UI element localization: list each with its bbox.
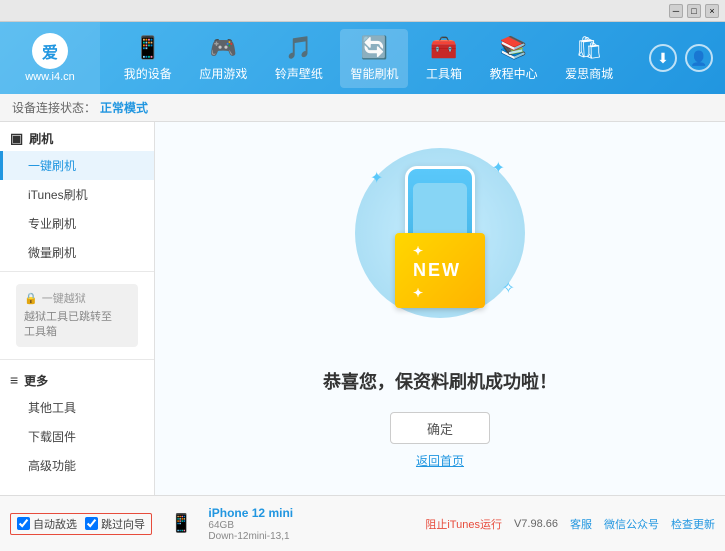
nav-my-device[interactable]: 📱 我的设备 (114, 29, 182, 88)
status-bar: 设备连接状态： 正常模式 (0, 94, 725, 122)
sidebar-item-pro-flash[interactable]: 专业刷机 (0, 209, 154, 238)
content-area: ✦ ✦ ✧ NEW 恭喜您，保资料刷机成功啦！ 确定 返回首页 (155, 122, 725, 495)
skip-wizard-label: 跳过向导 (101, 516, 145, 532)
ringtones-icon: 🎵 (285, 35, 312, 61)
nav-smart-flash-label: 智能刷机 (350, 65, 398, 82)
nav-smart-flash[interactable]: 🔄 智能刷机 (340, 29, 408, 88)
auto-send-input[interactable] (17, 517, 30, 530)
new-ribbon: NEW (395, 233, 485, 308)
nav-toolbox-label: 工具箱 (426, 65, 462, 82)
back-home-link[interactable]: 返回首页 (416, 452, 464, 469)
sidebar-item-itunes-flash[interactable]: iTunes刷机 (0, 180, 154, 209)
version-label: V7.98.66 (514, 518, 558, 530)
sidebar-item-micro-flash[interactable]: 微量刷机 (0, 238, 154, 267)
jailbreak-title: 🔒 一键越狱 (24, 290, 130, 306)
sidebar-item-advanced[interactable]: 高级功能 (0, 451, 154, 480)
smart-flash-icon: 🔄 (361, 35, 388, 61)
sidebar-item-download-firmware[interactable]: 下载固件 (0, 422, 154, 451)
nav-ringtones[interactable]: 🎵 铃声壁纸 (265, 29, 333, 88)
nav-tutorials-label: 教程中心 (490, 65, 538, 82)
nav-apps-games-label: 应用游戏 (199, 65, 247, 82)
sidebar-item-other-tools[interactable]: 其他工具 (0, 393, 154, 422)
skip-wizard-input[interactable] (85, 517, 98, 530)
itunes-flash-label: iTunes刷机 (28, 188, 88, 202)
minimize-button[interactable]: ─ (669, 4, 683, 18)
micro-flash-label: 微量刷机 (28, 246, 76, 260)
device-name: iPhone 12 mini (208, 506, 293, 520)
status-label: 设备连接状态： (12, 99, 96, 116)
flash-section-icon: ▣ (10, 130, 23, 147)
device-firmware: Down-12mini-13,1 (208, 531, 293, 542)
sidebar-section-more: ≡ 更多 (0, 364, 154, 393)
nav-bar: 📱 我的设备 🎮 应用游戏 🎵 铃声壁纸 🔄 智能刷机 🧰 工具箱 📚 教程中心… (100, 22, 637, 94)
stop-itunes-button[interactable]: 阻止iTunes运行 (425, 516, 502, 532)
jailbreak-note: 越狱工具已跳转至工具箱 (24, 310, 130, 341)
nav-store-label: 爱思商城 (565, 65, 613, 82)
sparkle-icon-2: ✦ (492, 158, 505, 178)
jailbreak-section: 🔒 一键越狱 越狱工具已跳转至工具箱 (16, 284, 138, 347)
other-tools-label: 其他工具 (28, 401, 76, 415)
check-update-link[interactable]: 检查更新 (671, 516, 715, 532)
advanced-label: 高级功能 (28, 459, 76, 473)
one-key-flash-label: 一键刷机 (28, 159, 76, 173)
sidebar-item-one-key-flash[interactable]: 一键刷机 (0, 151, 154, 180)
skip-wizard-checkbox[interactable]: 跳过向导 (85, 516, 145, 532)
sidebar-section-flash: ▣ 刷机 (0, 122, 154, 151)
status-value: 正常模式 (100, 99, 148, 116)
logo-icon: 爱 (32, 33, 68, 69)
device-info: iPhone 12 mini 64GB Down-12mini-13,1 (208, 506, 293, 542)
nav-my-device-label: 我的设备 (124, 65, 172, 82)
pro-flash-label: 专业刷机 (28, 217, 76, 231)
nav-toolbox[interactable]: 🧰 工具箱 (416, 29, 472, 88)
more-section-icon: ≡ (10, 372, 18, 388)
more-section-title: 更多 (24, 372, 48, 389)
download-button[interactable]: ⬇ (649, 44, 677, 72)
bottom-bar: 自动敌选 跳过向导 📱 iPhone 12 mini 64GB Down-12m… (0, 495, 725, 551)
nav-tutorials[interactable]: 📚 教程中心 (480, 29, 548, 88)
account-button[interactable]: 👤 (685, 44, 713, 72)
logo-area[interactable]: 爱 www.i4.cn (0, 22, 100, 94)
sparkle-icon-1: ✦ (370, 168, 383, 188)
auto-send-checkbox[interactable]: 自动敌选 (17, 516, 77, 532)
main-layout: ▣ 刷机 一键刷机 iTunes刷机 专业刷机 微量刷机 🔒 一键越狱 越狱工具… (0, 122, 725, 495)
wechat-link[interactable]: 微信公众号 (604, 516, 659, 532)
my-device-icon: 📱 (134, 35, 161, 61)
flash-section-title: 刷机 (29, 130, 53, 147)
nav-store[interactable]: 🛍 爱思商城 (555, 29, 623, 88)
phone-illustration: ✦ ✦ ✧ NEW (350, 148, 530, 348)
sidebar-divider-1 (0, 271, 154, 272)
sidebar-divider-2 (0, 359, 154, 360)
logo-subtitle: www.i4.cn (25, 71, 75, 83)
title-bar: ─ □ × (0, 0, 725, 22)
auto-send-label: 自动敌选 (33, 516, 77, 532)
header: 爱 www.i4.cn 📱 我的设备 🎮 应用游戏 🎵 铃声壁纸 🔄 智能刷机 … (0, 22, 725, 94)
support-link[interactable]: 客服 (570, 516, 592, 532)
confirm-button[interactable]: 确定 (390, 412, 490, 444)
sidebar: ▣ 刷机 一键刷机 iTunes刷机 专业刷机 微量刷机 🔒 一键越狱 越狱工具… (0, 122, 155, 495)
success-message: 恭喜您，保资料刷机成功啦！ (323, 368, 557, 394)
lock-icon: 🔒 (24, 292, 38, 305)
apps-games-icon: 🎮 (210, 35, 237, 61)
tutorials-icon: 📚 (500, 35, 527, 61)
sparkle-icon-3: ✧ (502, 278, 515, 298)
toolbox-icon: 🧰 (430, 35, 457, 61)
nav-ringtones-label: 铃声壁纸 (275, 65, 323, 82)
jailbreak-title-label: 一键越狱 (42, 290, 86, 306)
restore-button[interactable]: □ (687, 4, 701, 18)
download-firmware-label: 下载固件 (28, 430, 76, 444)
header-actions: ⬇ 👤 (637, 44, 725, 72)
device-icon: 📱 (170, 513, 192, 534)
close-button[interactable]: × (705, 4, 719, 18)
nav-apps-games[interactable]: 🎮 应用游戏 (189, 29, 257, 88)
device-capacity: 64GB (208, 520, 293, 531)
store-icon: 🛍 (575, 35, 603, 61)
